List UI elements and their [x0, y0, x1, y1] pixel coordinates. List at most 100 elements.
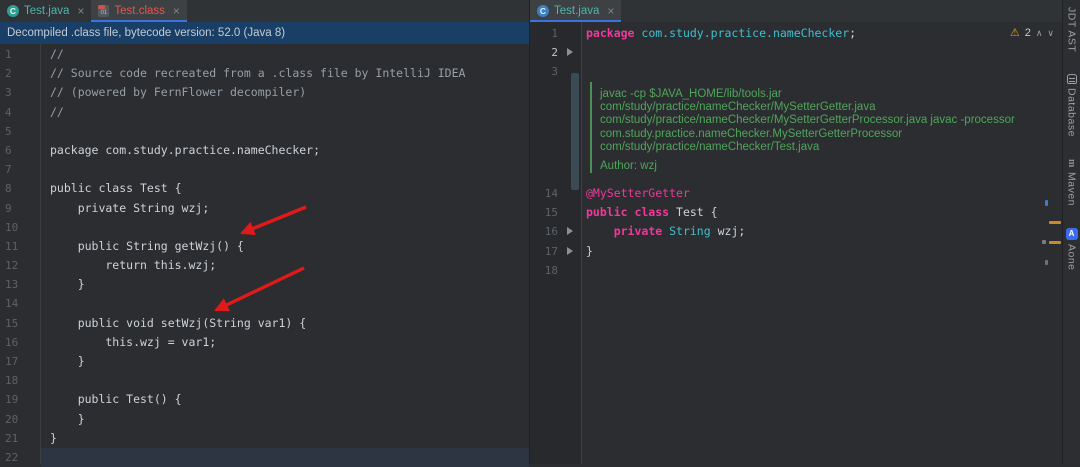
code-text: return this.wzj;	[50, 258, 217, 273]
code-text: package com.study.practice.nameChecker;	[50, 142, 321, 157]
line-number: 3	[5, 86, 12, 100]
code-text: //	[50, 47, 64, 61]
line-number: 3	[551, 65, 558, 79]
tab-label: Test.java	[554, 5, 600, 17]
banner-text: Decompiled .class file, bytecode version…	[7, 27, 286, 39]
line-number: 22	[5, 450, 19, 464]
error-stripe-warning-mark[interactable]	[1049, 241, 1061, 244]
line-number: 16	[544, 225, 558, 239]
fold-marker[interactable]	[558, 43, 581, 62]
doc-author-line: Author: wzj	[600, 159, 657, 172]
doc-comment-line: com/study/practice/nameChecker/Test.java	[600, 141, 820, 154]
warning-icon: ⚠	[1009, 27, 1020, 39]
fold-column	[558, 261, 581, 280]
code-line: 15 public class Test {	[530, 203, 1062, 222]
code-line: 10	[0, 218, 529, 237]
next-problem-button[interactable]: ∨	[1047, 28, 1054, 38]
doc-comment-line: com.study.practice.nameChecker.MySetterG…	[600, 127, 903, 140]
tab-test-java-left[interactable]: C Test.java ×	[0, 0, 91, 22]
fold-arrow-icon[interactable]	[567, 227, 573, 236]
code-line: 3	[530, 62, 1062, 81]
fold-column	[558, 184, 581, 203]
code-line: 22	[0, 447, 529, 467]
code-text: }	[50, 430, 57, 445]
line-number: 18	[544, 263, 558, 277]
code-text: private String wzj;	[50, 200, 210, 215]
error-stripe-fold-mark[interactable]	[1042, 240, 1046, 244]
database-icon	[1066, 74, 1077, 85]
tool-stripe-label: Aone	[1065, 243, 1078, 271]
code-text: }	[50, 354, 85, 368]
error-stripe-caret-mark[interactable]	[1045, 200, 1048, 206]
code-line: 1 package com.study.practice.nameChecker;	[530, 24, 1062, 43]
code-line: 9 private String wzj;	[0, 199, 529, 218]
code-lines: 1 package com.study.practice.nameChecker;…	[530, 24, 1062, 82]
code-text: public void setWzj(String var1) {	[50, 315, 307, 330]
code-text: public class Test {	[586, 205, 718, 220]
prev-problem-button[interactable]: ∧	[1036, 28, 1043, 38]
tab-label: Test.java	[24, 5, 70, 17]
code-line: 12 return this.wzj;	[0, 256, 529, 275]
fold-arrow-icon[interactable]	[567, 246, 573, 255]
tool-stripe-button-maven[interactable]: m Maven	[1066, 159, 1078, 205]
code-text: }	[50, 277, 85, 292]
line-number: 20	[5, 412, 19, 426]
code-text: }	[50, 411, 85, 426]
close-icon[interactable]: ×	[607, 5, 614, 17]
java-class-icon: C	[537, 5, 549, 17]
code-text: @MySetterGetter	[586, 185, 690, 200]
tool-stripe-button-jdt-ast[interactable]: JDT AST	[1066, 7, 1078, 52]
code-text: public String getWzj() {	[50, 238, 244, 253]
code-text: package com.study.practice.nameChecker;	[586, 26, 857, 40]
inspection-widget[interactable]: ⚠ 2 ∧ ∨	[1010, 26, 1054, 40]
tool-stripe-button-database[interactable]: Database	[1066, 74, 1078, 137]
code-line: 19 public Test() {	[0, 390, 529, 409]
tab-label: Test.class	[114, 5, 165, 17]
error-stripe-mark[interactable]	[1045, 260, 1048, 265]
decompiled-code-editor[interactable]: 1 // 2 // Source code recreated from a .cla…	[0, 44, 529, 467]
source-code-editor[interactable]: 1 package com.study.practice.nameChecker;…	[530, 22, 1062, 464]
line-number: 14	[5, 297, 19, 311]
line-number: 15	[5, 316, 19, 330]
fold-marker[interactable]	[558, 242, 581, 261]
maven-icon: m	[1066, 159, 1077, 168]
class-file-icon: 01	[98, 5, 110, 17]
code-line: 7	[0, 160, 529, 179]
fold-arrow-icon[interactable]	[567, 48, 573, 57]
doc-gutter-space	[530, 82, 581, 184]
line-number: 19	[5, 393, 19, 407]
line-number: 11	[5, 239, 19, 253]
code-text: //	[50, 104, 64, 119]
doc-comment-line: com/study/practice/nameChecker/MySetterG…	[600, 114, 1015, 127]
tool-window-stripe: JDT AST Database m Maven A Aone	[1062, 0, 1080, 464]
tab-test-class[interactable]: 01 Test.class ×	[91, 0, 187, 22]
aone-icon: A	[1065, 227, 1078, 240]
close-icon[interactable]: ×	[173, 5, 180, 17]
code-line: 16 this.wzj = var1;	[0, 333, 529, 352]
code-line: 4 //	[0, 103, 529, 122]
fold-marker[interactable]	[558, 222, 581, 241]
code-line: 6 package com.study.practice.nameChecker;	[0, 141, 529, 160]
code-line: 14 @MySetterGetter	[530, 184, 1062, 203]
line-number: 8	[5, 182, 12, 196]
tab-test-java-right[interactable]: C Test.java ×	[530, 0, 622, 22]
close-icon[interactable]: ×	[77, 5, 84, 17]
error-stripe-warning-mark[interactable]	[1049, 221, 1061, 224]
tool-stripe-button-aone[interactable]: A Aone	[1065, 227, 1078, 271]
doc-comment-line: com/study/practice/nameChecker/MySetterG…	[600, 100, 876, 113]
code-line: 2	[530, 43, 1062, 62]
code-line: 21}	[0, 429, 529, 448]
code-lines: 1 // 2 // Source code recreated from a .cla…	[0, 45, 529, 467]
line-number: 6	[5, 143, 12, 157]
line-number: 5	[5, 124, 12, 138]
code-line: 16 private String wzj;	[530, 222, 1062, 241]
line-number: 1	[551, 27, 558, 40]
code-line: 1 //	[0, 45, 529, 64]
